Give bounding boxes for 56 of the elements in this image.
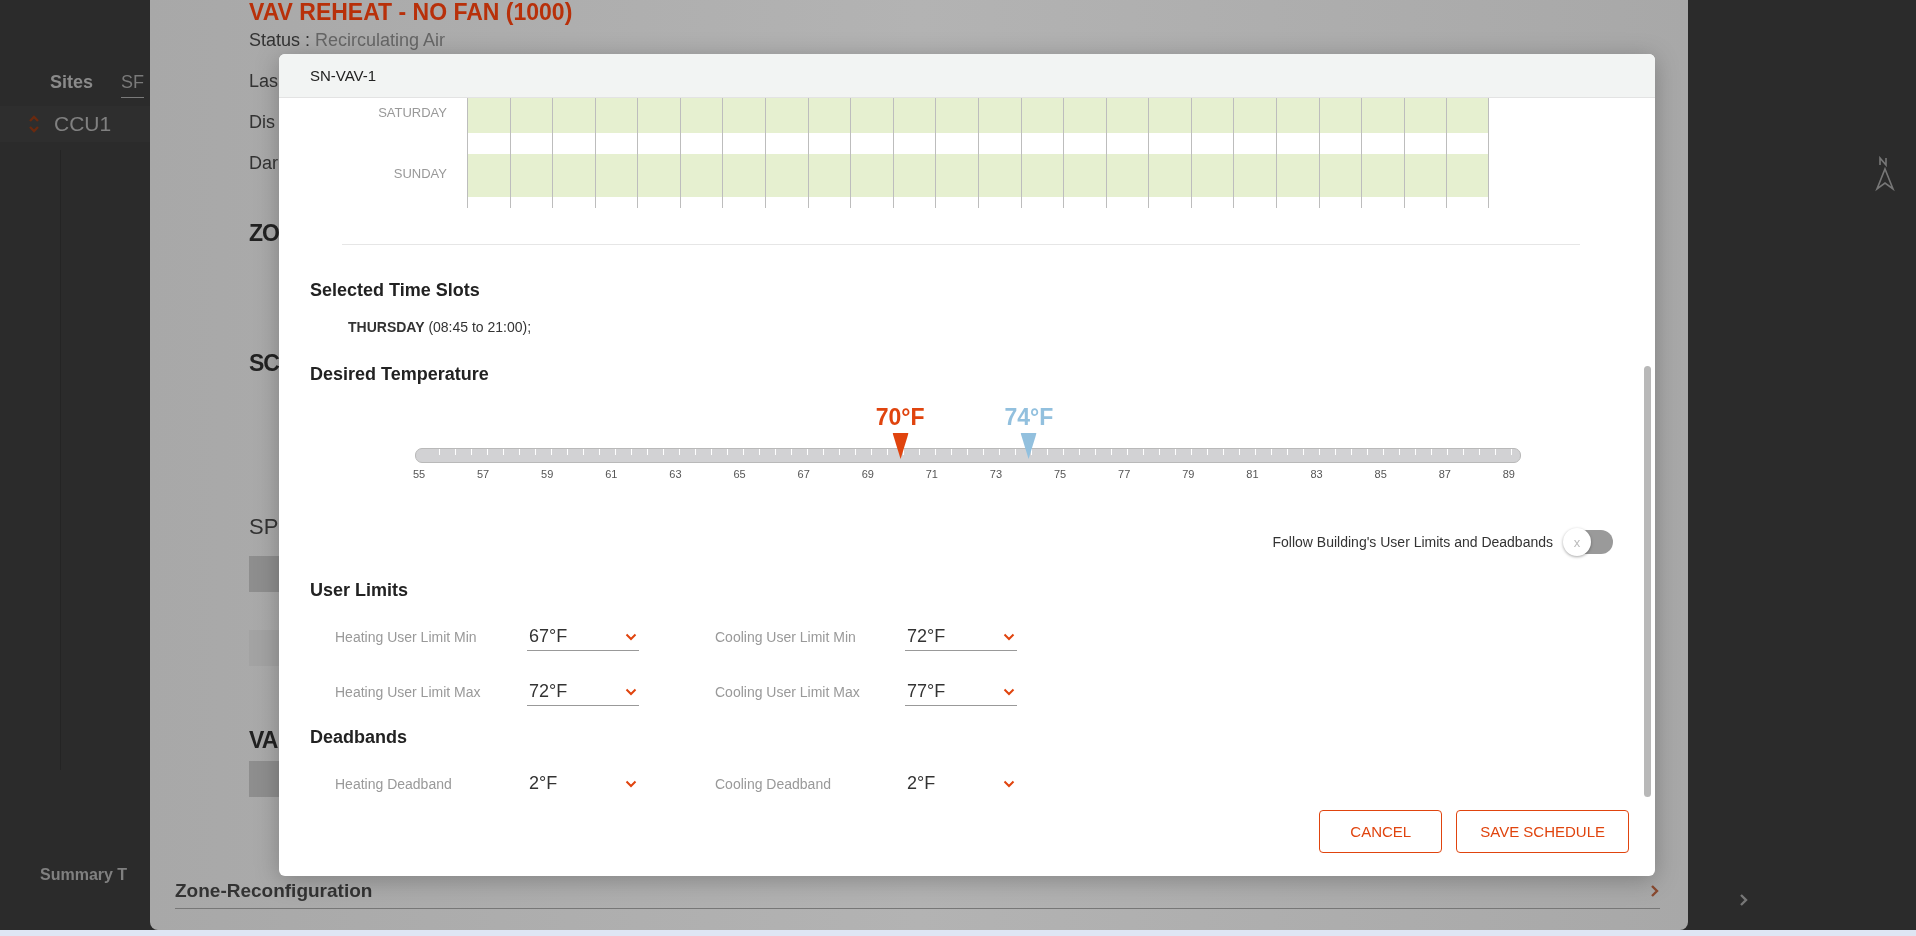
- cancel-button[interactable]: CANCEL: [1319, 810, 1443, 853]
- scale-label: 79: [1181, 468, 1196, 480]
- dropdown[interactable]: 2°F: [527, 770, 639, 798]
- scale-label: 69: [860, 468, 875, 480]
- field-label: Las: [249, 70, 279, 93]
- dropdown[interactable]: 72°F: [527, 678, 639, 706]
- heating-setpoint-handle[interactable]: 70°F: [875, 403, 925, 459]
- scale-label: 81: [1245, 468, 1260, 480]
- field-label: Heating Deadband: [335, 776, 453, 792]
- tab[interactable]: SF: [121, 72, 145, 98]
- section-heading: SC: [249, 349, 279, 378]
- dialog-title: SN-VAV-1: [310, 67, 377, 84]
- scale-label: 71: [924, 468, 939, 480]
- section-heading: Selected Time Slots: [310, 279, 480, 302]
- day-label: SUNDAY: [393, 166, 447, 181]
- accordion-title[interactable]: Zone-Reconfiguration: [175, 880, 373, 902]
- day-label: SATURDAY: [378, 105, 447, 120]
- section-heading: User Limits: [310, 579, 409, 602]
- dropdown[interactable]: 72°F: [905, 623, 1017, 651]
- save-button[interactable]: SAVE SCHEDULE: [1456, 810, 1629, 853]
- scale-label: 77: [1117, 468, 1132, 480]
- status-text: Status : Recirculating Air: [249, 29, 446, 52]
- scale-label: 55: [411, 468, 427, 480]
- dropdown[interactable]: 77°F: [905, 678, 1017, 706]
- section-heading: Desired Temperature: [310, 363, 489, 386]
- scale-label: 83: [1309, 468, 1324, 480]
- scale-label: 73: [988, 468, 1004, 480]
- tab[interactable]: Sites: [50, 72, 94, 98]
- field-label: Cooling User Limit Min: [715, 629, 857, 645]
- field-label: Dar: [249, 152, 278, 175]
- section-heading: Summary T: [40, 866, 129, 884]
- scale-label: 67: [796, 468, 811, 480]
- zone-title: VAV REHEAT - NO FAN (1000): [249, 0, 573, 27]
- field-label: Cooling User Limit Max: [715, 684, 861, 700]
- scale-label: 61: [604, 468, 619, 480]
- site-name: CCU1: [54, 112, 112, 136]
- toggle-label: Follow Building's User Limits and Deadbands: [1272, 534, 1553, 550]
- field-label: Cooling Deadband: [715, 776, 832, 792]
- field-label: Dis: [249, 111, 275, 134]
- field-label: Heating User Limit Min: [335, 629, 478, 645]
- scale-label: 57: [476, 468, 491, 480]
- section-heading: ZO: [249, 219, 279, 248]
- scale-label: 75: [1052, 468, 1068, 480]
- scale-label: 63: [668, 468, 683, 480]
- time-slot-text: THURSDAY (08:45 to 21:00);: [348, 319, 532, 335]
- section-heading: Deadbands: [310, 726, 408, 749]
- scale-label: 65: [732, 468, 747, 480]
- scale-label: 87: [1437, 468, 1452, 480]
- section-heading: SP: [249, 513, 279, 541]
- scale-label: 59: [540, 468, 555, 480]
- field-label: Heating User Limit Max: [335, 684, 482, 700]
- scale-label: 85: [1373, 468, 1388, 480]
- scale-label: 89: [1501, 468, 1516, 480]
- dropdown[interactable]: 2°F: [905, 770, 1017, 798]
- section-heading: VA: [249, 726, 278, 755]
- dropdown[interactable]: 67°F: [527, 623, 639, 651]
